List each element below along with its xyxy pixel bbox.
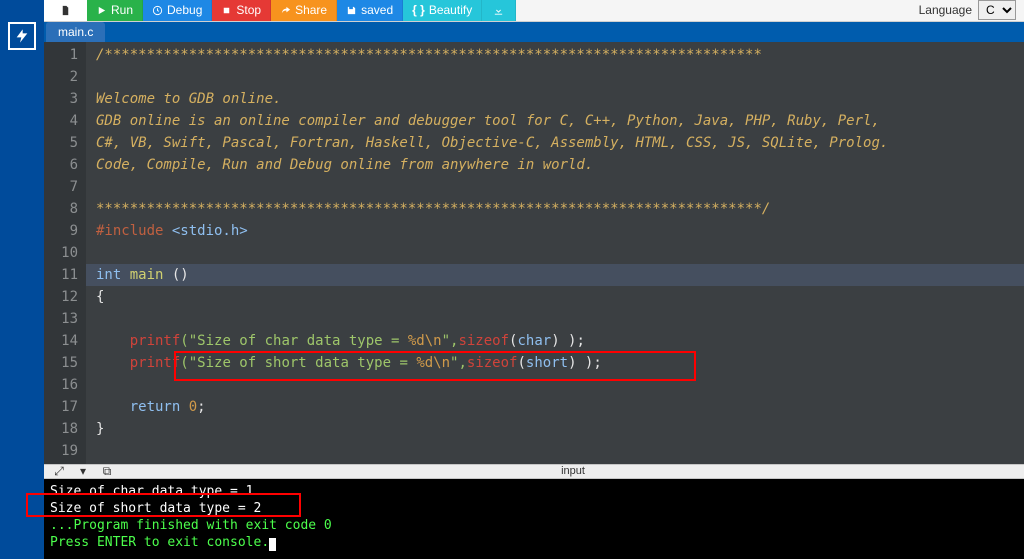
term-line-status: ...Program finished with exit code 0 xyxy=(50,517,1018,534)
save-button[interactable]: saved xyxy=(337,0,403,21)
bolt-icon xyxy=(14,28,30,44)
download-button[interactable] xyxy=(482,0,516,21)
cursor-icon xyxy=(269,538,276,551)
code-editor[interactable]: 123 456 789 101112 131415 161718 19 /***… xyxy=(44,42,1024,464)
language-label: Language xyxy=(919,3,972,17)
file-tab[interactable]: main.c xyxy=(46,22,105,42)
clock-icon xyxy=(152,5,163,16)
debug-label: Debug xyxy=(167,3,202,17)
terminal[interactable]: Size of char data type = 1 Size of short… xyxy=(44,479,1024,559)
play-icon xyxy=(96,5,107,16)
stop-label: Stop xyxy=(236,3,261,17)
new-file-button[interactable] xyxy=(44,0,87,21)
copy-icon[interactable]: ⧉ xyxy=(100,464,114,479)
term-line: Size of char data type = 1 xyxy=(50,483,1018,500)
toolbar: Run Debug Stop Share saved { } Beautify … xyxy=(44,0,1024,22)
term-line-prompt: Press ENTER to exit console. xyxy=(50,534,1018,551)
save-icon xyxy=(346,5,357,16)
code-column[interactable]: /***************************************… xyxy=(86,42,1024,464)
share-label: Share xyxy=(295,3,327,17)
language-selector: Language C xyxy=(911,0,1024,21)
main-area: Run Debug Stop Share saved { } Beautify … xyxy=(44,0,1024,559)
site-logo xyxy=(8,22,36,50)
file-tab-label: main.c xyxy=(58,25,93,39)
file-icon xyxy=(60,5,71,16)
download-icon xyxy=(493,5,504,16)
stop-button[interactable]: Stop xyxy=(212,0,271,21)
beautify-button[interactable]: { } Beautify xyxy=(403,0,482,21)
collapse-icon[interactable]: ▾ xyxy=(76,464,90,479)
line-gutter: 123 456 789 101112 131415 161718 19 xyxy=(44,42,86,464)
language-dropdown[interactable]: C xyxy=(978,0,1016,20)
io-strip: ⤢ ▾ ⧉ input xyxy=(44,464,1024,479)
braces-icon: { } xyxy=(412,3,425,17)
term-line: Size of short data type = 2 xyxy=(50,500,1018,517)
share-icon xyxy=(280,5,291,16)
run-button[interactable]: Run xyxy=(87,0,143,21)
save-label: saved xyxy=(361,3,393,17)
input-tab-label[interactable]: input xyxy=(122,465,1024,477)
toolbar-spacer xyxy=(516,0,910,21)
tab-bar: main.c xyxy=(44,22,1024,42)
share-button[interactable]: Share xyxy=(271,0,337,21)
beautify-label: Beautify xyxy=(429,3,472,17)
run-label: Run xyxy=(111,3,133,17)
left-sidebar xyxy=(0,0,44,559)
debug-button[interactable]: Debug xyxy=(143,0,212,21)
stop-icon xyxy=(221,5,232,16)
active-line: int main () xyxy=(86,264,1024,286)
expand-icon[interactable]: ⤢ xyxy=(52,464,66,479)
